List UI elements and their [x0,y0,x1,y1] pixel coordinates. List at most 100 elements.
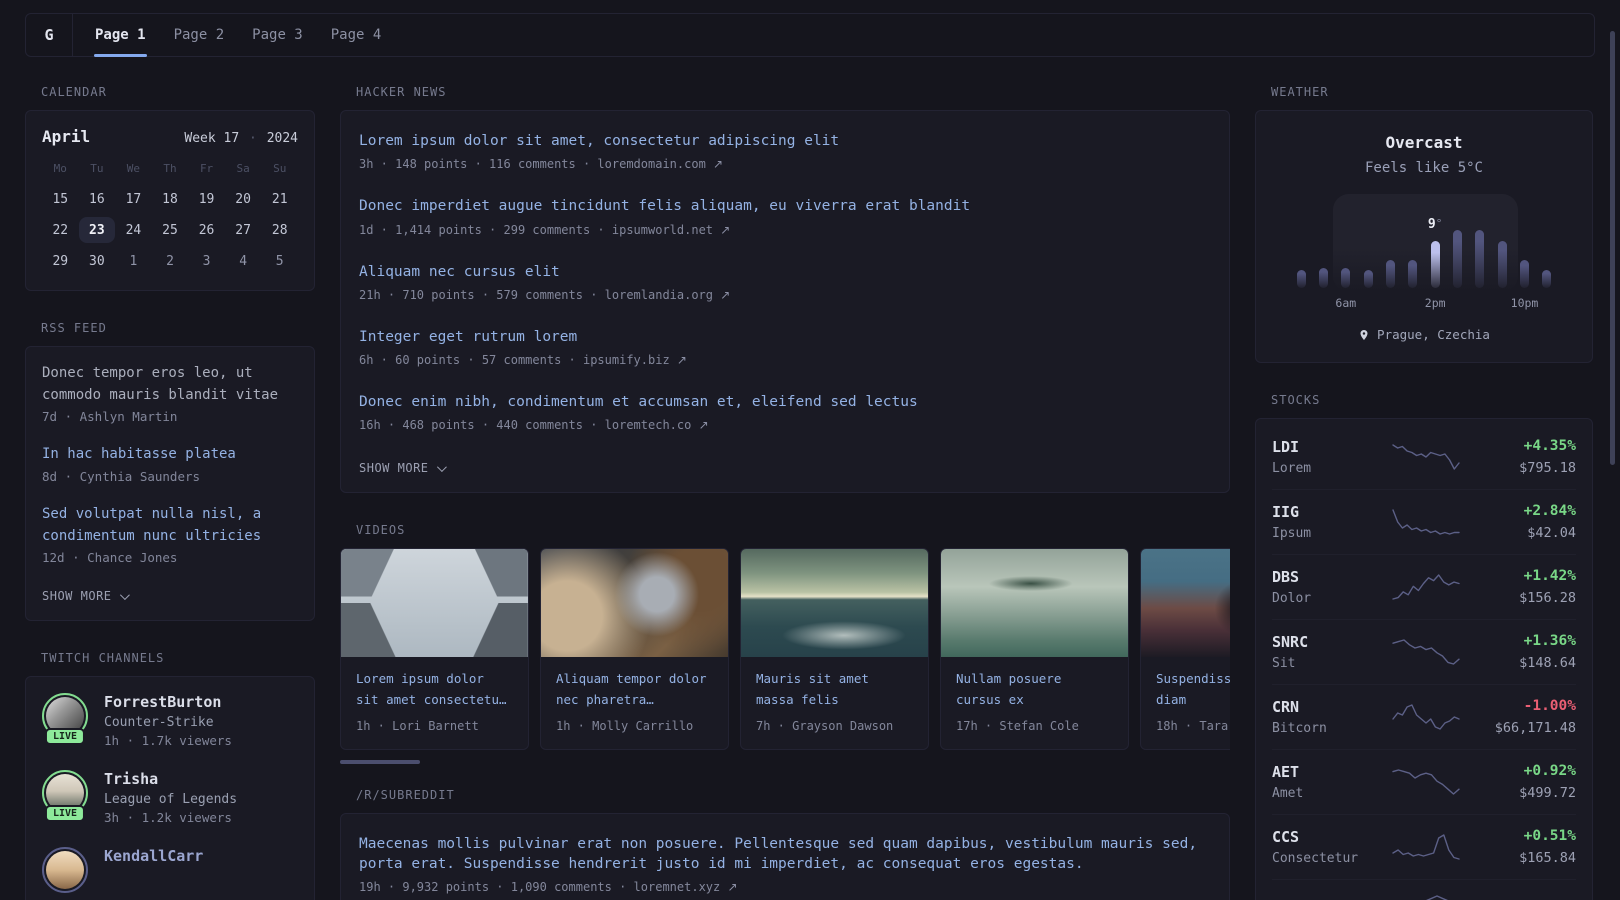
hacker-news-item-link[interactable]: Donec imperdiet augue tincidunt felis al… [359,196,1211,216]
stock-row[interactable]: CCS Consectetur +0.51% $165.84 [1272,814,1576,879]
stock-values: +2.84% $42.04 [1476,503,1576,541]
stock-values: +4.35% $795.18 [1476,438,1576,476]
video-card[interactable]: Aliquam tempor dolor nec pharetra… 1h · … [540,548,729,750]
hacker-news-item-link[interactable]: Lorem ipsum dolor sit amet, consectetur … [359,131,1211,151]
hacker-news-item: Donec imperdiet augue tincidunt felis al… [359,196,1211,236]
meta-text: 3h · 148 points · 116 comments · [359,157,598,172]
hacker-news-domain-link[interactable]: ipsumify.biz [583,353,670,367]
twitch-channel[interactable]: KendallCarr [42,847,298,894]
rss-widget-title: RSS FEED [41,321,107,335]
external-link-icon: ↗ [727,880,738,895]
subreddit-card: Maecenas mollis pulvinar erat non posuer… [340,812,1230,900]
weather-location-text: Prague, Czechia [1377,327,1490,342]
stock-sparkline [1376,442,1476,472]
stock-price: $499.72 [1519,785,1576,801]
tab-page-2[interactable]: Page 2 [160,14,239,56]
calendar-day-next-month: 5 [275,253,284,269]
video-title-link[interactable]: Lorem ipsum dolor sit amet consectetu… [356,669,513,710]
calendar-day-next-month: 1 [129,253,138,269]
subreddit-domain-link[interactable]: loremnet.xyz [634,880,721,894]
video-card[interactable]: Lorem ipsum dolor sit amet consectetu… 1… [340,548,529,750]
calendar-week: Week 17 · 2024 [184,131,298,146]
stock-symbol: SNRC [1272,633,1309,651]
video-card[interactable]: Nullam posuere cursus ex 17h · Stefan Co… [940,548,1129,750]
hacker-news-item-link[interactable]: Integer eget rutrum lorem [359,327,1211,347]
video-card[interactable]: Suspendisse diam 18h · Tara [1140,548,1230,750]
tab-page-3[interactable]: Page 3 [238,14,317,56]
hacker-news-item-meta: 3h · 148 points · 116 comments · loremdo… [359,157,1211,171]
stock-symbol: LDI [1272,438,1300,456]
stock-change: +0.51% [1523,828,1576,844]
video-title-link[interactable]: Nullam posuere cursus ex [956,669,1113,710]
hacker-news-item-meta: 1d · 1,414 points · 299 comments · ipsum… [359,223,1211,237]
stock-row[interactable]: AET Amet +0.92% $499.72 [1272,749,1576,814]
external-link-icon: ↗ [676,353,687,368]
video-meta: 17h · Stefan Cole [956,718,1079,733]
meta-text: 21h · 710 points · 579 comments · [359,287,605,302]
stock-row[interactable]: SNRC Sit +1.36% $148.64 [1272,619,1576,684]
app-logo[interactable]: G [26,14,73,56]
subreddit-post-meta: 19h · 9,932 points · 1,090 comments · lo… [359,880,1211,894]
twitch-channel-name[interactable]: ForrestBurton [104,693,232,711]
rss-item-link[interactable]: Donec tempor eros leo, ut commodo mauris… [42,363,298,406]
twitch-channel[interactable]: LIVE ForrestBurton Counter-Strike 1h · 1… [42,693,298,748]
hacker-news-domain-link[interactable]: loremlandia.org [605,288,713,302]
stock-row[interactable]: DBS Dolor +1.42% $156.28 [1272,554,1576,619]
video-meta: 1h · Molly Carrillo [556,718,694,733]
hacker-news-item-meta: 6h · 60 points · 57 comments · ipsumify.… [359,353,1211,367]
avatar: LIVE [42,693,88,746]
hacker-news-domain-link[interactable]: loremdomain.com [597,157,705,171]
hacker-news-domain-link[interactable]: ipsumworld.net [612,223,713,237]
twitch-channel[interactable]: LIVE Trisha League of Legends 3h · 1.2k … [42,770,298,825]
weekday-label: Tu [90,162,104,175]
meta-text: 1d · 1,414 points · 299 comments · [359,222,612,237]
weather-chart: 9° [1290,194,1558,292]
dot-separator: · [241,131,265,146]
tab-page-4[interactable]: Page 4 [317,14,396,56]
hacker-news-widget: HACKER NEWS Lorem ipsum dolor sit amet, … [340,85,1230,494]
stock-name: Amet [1272,786,1304,801]
stock-row[interactable]: AHS +0.46% [1272,879,1576,900]
subreddit-post-link[interactable]: Maecenas mollis pulvinar erat non posuer… [359,834,1211,875]
calendar-day-next-month: 3 [202,253,211,269]
external-link-icon: ↗ [720,222,731,237]
calendar-grid: Mo Tu We Th Fr Sa Su 15 16 17 18 19 20 2… [42,162,298,274]
stock-sparkline [1376,832,1476,862]
top-nav: G Page 1 Page 2 Page 3 Page 4 [25,13,1595,57]
hacker-news-item: Aliquam nec cursus elit 21h · 710 points… [359,262,1211,302]
video-meta: 7h · Grayson Dawson [756,718,894,733]
video-title-link[interactable]: Aliquam tempor dolor nec pharetra… [556,669,713,710]
videos-widget-title: VIDEOS [356,523,406,538]
weather-feels-like: Feels like 5°C [1364,160,1483,176]
calendar-week-number: Week 17 [184,131,240,146]
calendar-day: 25 [162,222,178,238]
calendar-day: 21 [271,191,288,207]
meta-text: 16h · 468 points · 440 comments · [359,418,605,433]
weekday-label: Su [273,162,287,175]
tab-page-1[interactable]: Page 1 [81,14,160,57]
rss-item-link[interactable]: Sed volutpat nulla nisl, a condimentum n… [42,504,298,547]
video-title-link[interactable]: Mauris sit amet massa felis [756,669,913,710]
hacker-news-item-link[interactable]: Donec enim nibh, condimentum et accumsan… [359,392,1211,412]
video-card[interactable]: Mauris sit amet massa felis 7h · Grayson… [740,548,929,750]
hacker-news-item-link[interactable]: Aliquam nec cursus elit [359,262,1211,282]
video-title-link[interactable]: Suspendisse diam [1156,669,1230,710]
stock-identity: CRN Bitcorn [1272,698,1376,736]
twitch-channel-name[interactable]: KendallCarr [104,847,203,865]
carousel-scrollbar-thumb[interactable] [340,759,420,764]
twitch-widget-title: TWITCH CHANNELS [41,651,165,666]
rss-widget: RSS FEED Donec tempor eros leo, ut commo… [25,321,315,622]
rss-show-more-button[interactable]: SHOW MORE [42,589,130,603]
rss-item-link[interactable]: In hac habitasse platea [42,444,298,466]
calendar-day: 19 [198,191,215,207]
hacker-news-widget-title: HACKER NEWS [356,85,447,99]
stocks-widget-title: STOCKS [1271,393,1321,407]
stock-name: Ipsum [1272,526,1312,541]
stock-row[interactable]: LDI Lorem +4.35% $795.18 [1272,425,1576,489]
hacker-news-show-more-button[interactable]: SHOW MORE [359,461,447,475]
hacker-news-domain-link[interactable]: loremtech.co [605,418,692,432]
stock-row[interactable]: CRN Bitcorn -1.00% $66,171.48 [1272,684,1576,749]
stock-row[interactable]: IIG Ipsum +2.84% $42.04 [1272,489,1576,554]
twitch-channel-name[interactable]: Trisha [104,770,237,788]
page-scrollbar-thumb[interactable] [1610,31,1615,465]
